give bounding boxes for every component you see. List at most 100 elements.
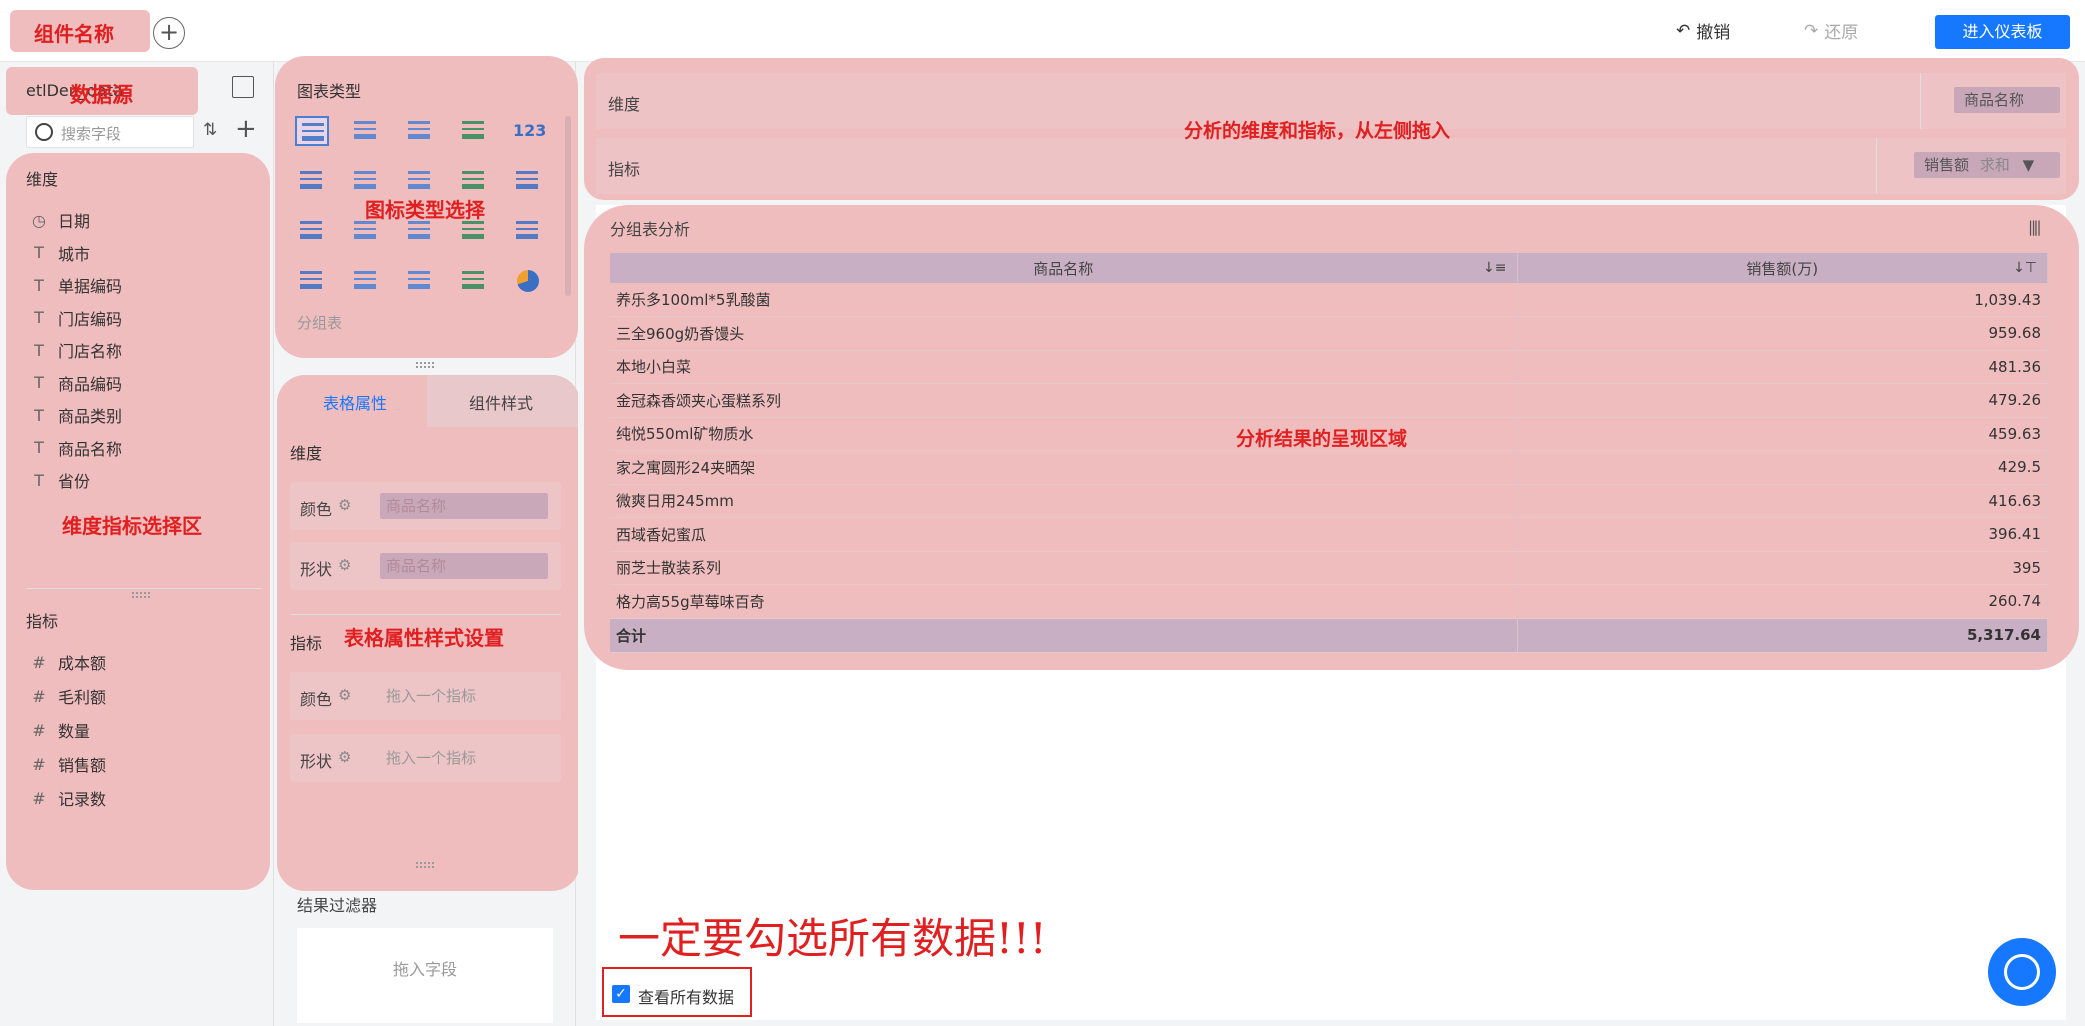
dim-shape-row[interactable]: 形状 ⚙ 商品名称	[290, 542, 561, 590]
undo-button[interactable]: ↶ 撤销	[1676, 18, 1730, 44]
gear-icon[interactable]: ⚙	[338, 496, 351, 514]
chart-type-scrollbar[interactable]	[565, 116, 571, 296]
heatmap-icon[interactable]	[403, 166, 437, 196]
dimension-field-item[interactable]: T 城市	[28, 241, 90, 265]
table-header-cell[interactable]: 销售额(万) ↓⊤	[1517, 253, 2048, 283]
field-search-input[interactable]: 搜索字段	[26, 116, 194, 148]
line-chart-icon[interactable]	[511, 216, 545, 246]
sort-desc-icon[interactable]: ↓⊤	[2013, 260, 2037, 276]
shape-label: 形状	[300, 752, 333, 771]
gear-icon[interactable]: ⚙	[338, 748, 351, 766]
dimension-field-label: 门店编码	[58, 309, 123, 329]
table-row[interactable]: 金冠森香颂夹心蛋糕系列 479.26	[610, 383, 2048, 418]
metric-field-item[interactable]: # 记录数	[28, 786, 106, 810]
scatter-plot-icon[interactable]	[403, 266, 437, 296]
radar-chart-icon[interactable]	[295, 266, 329, 296]
search-placeholder: 搜索字段	[61, 125, 122, 143]
table-row[interactable]: 丽芝士散装系列 395	[610, 551, 2048, 585]
product-name-cell: 三全960g奶香馒头	[610, 316, 1518, 351]
kpi-number-icon[interactable]: 123	[511, 116, 546, 146]
tab-component-style[interactable]: 组件样式	[436, 390, 566, 414]
bar-chart-icon[interactable]	[511, 166, 545, 196]
area-chart-icon[interactable]	[349, 266, 383, 296]
dimension-field-item[interactable]: T 商品编码	[28, 371, 122, 395]
table-row[interactable]: 格力高55g草莓味百奇 260.74	[610, 584, 2048, 619]
column-chart-icon[interactable]	[295, 216, 329, 246]
tab-table-properties[interactable]: 表格属性	[290, 390, 420, 414]
table-header-cell[interactable]: 商品名称 ↓≡	[610, 253, 1518, 283]
metric-shape-row[interactable]: 形状 ⚙ 拖入一个指标	[290, 734, 561, 782]
redo-button[interactable]: ↷ 还原	[1804, 18, 1858, 44]
dimension-field-item[interactable]: T 商品类别	[28, 403, 122, 427]
props-dim-label: 维度	[290, 444, 323, 463]
customer-support-button[interactable]	[1988, 938, 2056, 1006]
enter-dashboard-button[interactable]: 进入仪表板	[1935, 15, 2070, 49]
dimension-field-item[interactable]: T 省份	[28, 468, 90, 492]
metric-shelf[interactable]: 指标 销售额 求和 ▼	[596, 138, 2066, 194]
grouped-table-icon[interactable]	[295, 116, 329, 146]
table-row[interactable]: 三全960g奶香馒头 959.68	[610, 316, 2048, 351]
metric-field-label: 销售额	[58, 756, 107, 775]
dim-shape-slot[interactable]: 商品名称	[380, 553, 548, 579]
dim-color-slot[interactable]: 商品名称	[380, 493, 548, 519]
metric-field-item[interactable]: # 毛利额	[28, 684, 106, 708]
metric-shape-slot[interactable]: 拖入一个指标	[380, 745, 548, 771]
sales-value-cell: 396.41	[1517, 517, 2048, 552]
treemap-icon[interactable]	[457, 116, 491, 146]
product-name-cell: 本地小白菜	[610, 350, 1518, 384]
table-row[interactable]: 西域香妃蜜瓜 396.41	[610, 517, 2048, 552]
column-settings-icon[interactable]: |‖|	[2028, 218, 2042, 236]
dimension-field-label: 门店名称	[58, 342, 123, 361]
product-name-cell: 家之寓圆形24夹晒架	[610, 450, 1518, 485]
resize-handle[interactable]	[132, 592, 150, 598]
dimension-field-item[interactable]: T 门店编码	[28, 306, 122, 330]
table-row[interactable]: 养乐多100ml*5乳酸菌 1,039.43	[610, 283, 2048, 317]
sales-value-cell: 429.5	[1517, 450, 2048, 485]
metric-color-slot[interactable]: 拖入一个指标	[380, 683, 548, 709]
gear-icon[interactable]: ⚙	[338, 686, 351, 704]
metric-field-item[interactable]: # 销售额	[28, 752, 106, 776]
metric-field-item[interactable]: # 成本额	[28, 650, 106, 674]
metric-color-row[interactable]: 颜色 ⚙ 拖入一个指标	[290, 672, 561, 720]
dim-color-row[interactable]: 颜色 ⚙ 商品名称	[290, 482, 561, 530]
table-row[interactable]: 本地小白菜 481.36	[610, 350, 2048, 384]
view-all-checkbox[interactable]: ✓	[612, 985, 630, 1003]
scatter-bar-icon[interactable]	[457, 166, 491, 196]
datasource-selector[interactable]: etlDen_data 数据源	[6, 67, 198, 115]
component-name-tab[interactable]: 组件名称	[10, 10, 150, 52]
metric-pill[interactable]: 销售额 求和 ▼	[1914, 152, 2060, 178]
metric-pill-field: 销售额	[1924, 156, 1970, 174]
table-row[interactable]: 家之寓圆形24夹晒架 429.5	[610, 450, 2048, 485]
dimension-field-item[interactable]: T 商品名称	[28, 436, 122, 460]
pie-chart-icon[interactable]	[511, 266, 545, 296]
detail-table-icon[interactable]	[403, 116, 437, 146]
dimension-field-item[interactable]: ◷ 日期	[28, 208, 90, 232]
switch-datasource-icon[interactable]	[232, 76, 254, 98]
resize-handle[interactable]	[416, 362, 434, 368]
color-table-icon[interactable]	[295, 166, 329, 196]
field-sort-icon[interactable]: ⇅	[203, 120, 217, 140]
add-component-button[interactable]: +	[153, 17, 185, 49]
dimension-field-label: 单据编码	[58, 277, 123, 296]
view-all-data-option[interactable]: ✓ 查看所有数据	[602, 967, 752, 1017]
table-row[interactable]: 微爽日用245mm 416.63	[610, 484, 2048, 518]
metric-section-label: 指标	[26, 612, 59, 631]
dimension-pill[interactable]: 商品名称	[1954, 87, 2060, 113]
metric-pill-agg: 求和	[1979, 156, 2010, 174]
cross-table-icon[interactable]	[349, 116, 383, 146]
sort-icon[interactable]: ↓≡	[1483, 260, 1506, 276]
dimension-field-item[interactable]: T 门店名称	[28, 338, 122, 362]
dimension-field-item[interactable]: T 单据编码	[28, 273, 122, 297]
bubble-chart-icon[interactable]	[457, 266, 491, 296]
filter-icon[interactable]: ▼	[2023, 156, 2035, 174]
metric-field-label: 数量	[58, 722, 91, 741]
metric-field-item[interactable]: # 数量	[28, 718, 90, 742]
bubble-table-icon[interactable]	[349, 166, 383, 196]
shelf-annotation: 分析的维度和指标，从左侧拖入	[1184, 120, 1451, 142]
gear-icon[interactable]: ⚙	[338, 556, 351, 574]
sales-value-cell: 1,039.43	[1517, 283, 2048, 317]
text-icon: T	[34, 275, 44, 295]
result-filter-dropzone[interactable]: 拖入字段	[297, 928, 553, 1023]
add-field-icon[interactable]: +	[235, 114, 257, 144]
resize-handle[interactable]	[416, 862, 434, 868]
